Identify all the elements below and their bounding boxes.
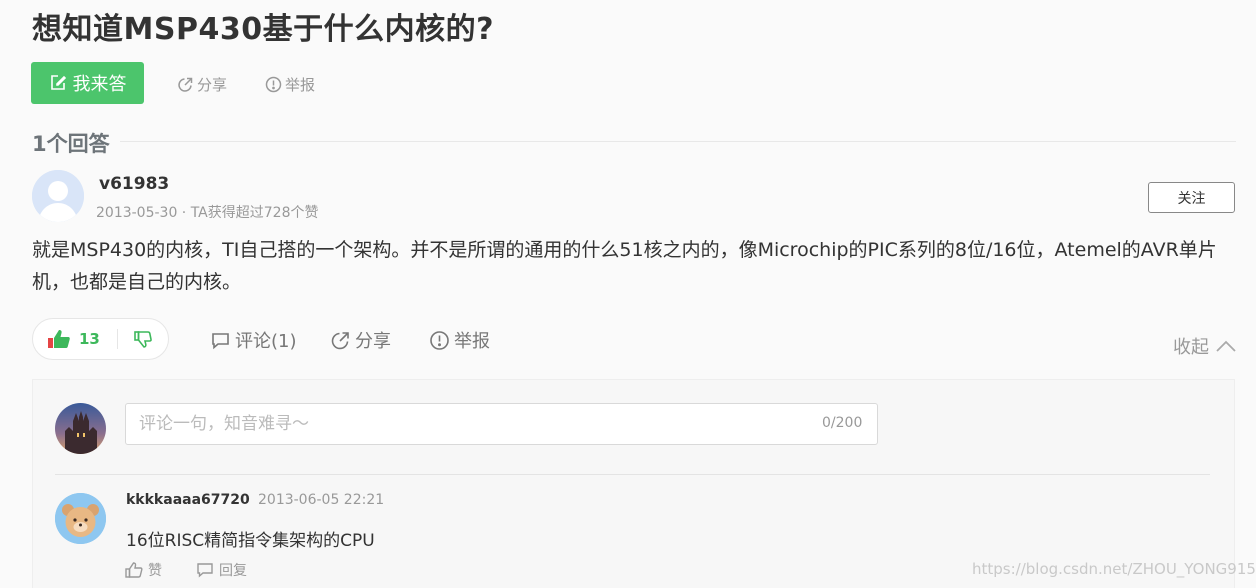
- warning-icon: [265, 76, 282, 93]
- like-count: 13: [79, 330, 100, 348]
- answer-share-label: 分享: [355, 331, 391, 352]
- comment-text: 16位RISC精简指令集架构的CPU: [126, 531, 375, 551]
- upvote-button[interactable]: 13: [33, 319, 117, 359]
- divider: [32, 141, 1236, 142]
- char-counter: 0/200: [822, 415, 863, 431]
- current-user-avatar: [55, 403, 106, 454]
- watermark: https://blog.csdn.net/ZHOU_YONG915: [972, 560, 1256, 578]
- comment-button-label: 评论(1): [235, 331, 297, 352]
- question-share-label: 分享: [197, 76, 228, 94]
- comment-button[interactable]: 评论(1): [210, 327, 297, 353]
- answerer-username[interactable]: v61983: [99, 174, 169, 194]
- collapse-label: 收起: [1173, 337, 1209, 358]
- share-icon: [331, 331, 349, 349]
- answer-report-button[interactable]: 举报: [429, 327, 490, 353]
- vote-control: 13: [32, 318, 169, 360]
- collapse-button[interactable]: 收起: [1173, 333, 1237, 359]
- edit-icon: [50, 75, 66, 90]
- commenter-username[interactable]: kkkkaaaa67720: [126, 492, 250, 508]
- share-icon: [178, 77, 193, 92]
- answer-button-label: 我来答: [72, 74, 127, 95]
- downvote-button[interactable]: [118, 319, 168, 359]
- thumbs-up-icon: [48, 330, 70, 348]
- comment-icon: [212, 332, 229, 349]
- comment-input[interactable]: [125, 403, 878, 445]
- answer-meta: 2013-05-30 · TA获得超过728个赞: [96, 205, 319, 221]
- commenter-avatar[interactable]: [55, 493, 106, 544]
- comment-like-label: 赞: [148, 563, 162, 579]
- reply-icon: [197, 563, 213, 578]
- thumbs-up-icon: [125, 562, 143, 578]
- answers-count-heading: 1个回答: [32, 128, 120, 158]
- comment-timestamp: 2013-06-05 22:21: [258, 492, 385, 508]
- answer-share-button[interactable]: 分享: [330, 327, 391, 353]
- comment-like-button[interactable]: 赞: [125, 560, 162, 580]
- question-share-button[interactable]: 分享: [177, 74, 227, 95]
- comment-reply-button[interactable]: 回复: [196, 560, 247, 580]
- question-report-label: 举报: [285, 76, 316, 94]
- chevron-up-icon: [1216, 340, 1236, 352]
- warning-icon: [430, 330, 449, 350]
- answer-body: 就是MSP430的内核，TI自己搭的一个架构。并不是所谓的通用的什么51核之内的…: [32, 239, 1217, 293]
- answerer-avatar[interactable]: [32, 170, 84, 222]
- answer-button[interactable]: 我来答: [31, 62, 144, 104]
- question-title: 想知道MSP430基于什么内核的?: [32, 12, 494, 47]
- question-report-button[interactable]: 举报: [265, 74, 315, 95]
- comment-reply-label: 回复: [219, 563, 247, 579]
- thumbs-down-icon: [134, 331, 152, 348]
- follow-button[interactable]: 关注: [1148, 182, 1235, 213]
- answer-report-label: 举报: [454, 331, 490, 352]
- comment-divider: [55, 474, 1210, 475]
